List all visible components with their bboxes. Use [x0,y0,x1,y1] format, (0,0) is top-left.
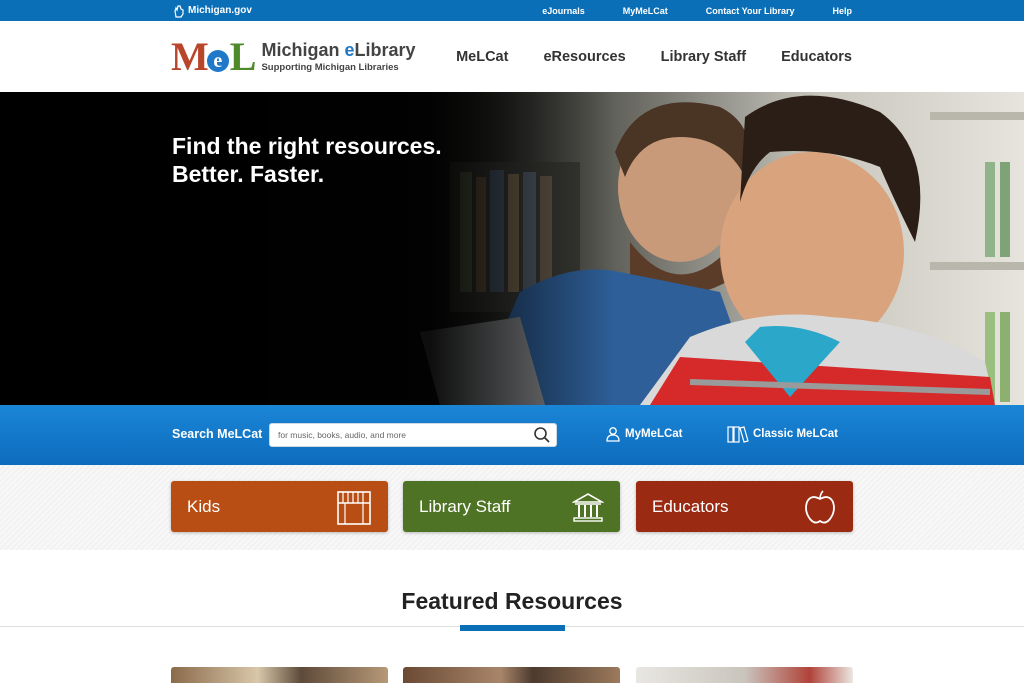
brand-text: Michigan eLibrary Supporting Michigan Li… [261,40,416,73]
educators-label: Educators [652,496,729,516]
search-band: Search MeLCat MyMeLCat Classic MeLCat [0,405,1024,465]
logo-m: M [171,34,209,79]
featured-resources-heading: Featured Resources [401,588,623,614]
classic-melcat-button[interactable]: Classic MeLCat [727,423,838,445]
featured-card-1[interactable] [171,667,388,683]
ejournals-link[interactable]: eJournals [542,6,585,16]
kids-label: Kids [187,496,221,516]
brand-name-suffix: Library [354,40,416,61]
bookshelf-icon [337,490,371,525]
utility-nav: eJournals MyMeLCat Contact Your Library … [542,0,852,21]
classic-melcat-label: Classic MeLCat [753,428,839,440]
mel-logo: M e L [171,34,257,79]
educators-button[interactable]: Educators [636,481,853,532]
mymelcat-label: MyMeLCat [625,428,683,440]
hero-headline: Find the right resources. Better. Faster… [172,132,442,188]
library-staff-button[interactable]: Library Staff [403,481,620,532]
featured-card-2[interactable] [403,667,620,683]
mymelcat-button[interactable]: MyMeLCat [605,423,683,445]
hero-line-2: Better. Faster. [172,161,325,187]
logo-e: e [206,50,229,72]
brand-name: Michigan eLibrary [261,40,416,61]
brand-name-prefix: Michigan [261,40,345,61]
logo-l: L [229,34,257,79]
search-input[interactable] [278,424,528,446]
nav-library-staff[interactable]: Library Staff [661,49,746,65]
featured-accent-bar [460,625,565,631]
nav-educators[interactable]: Educators [781,49,852,65]
user-icon [606,427,620,442]
featured-card-3[interactable] [636,667,853,683]
library-building-icon [572,492,604,522]
search-box [269,423,557,447]
hero-photo [0,92,1024,405]
kids-button[interactable]: Kids [171,481,388,532]
search-label: Search MeLCat [172,427,263,441]
search-icon[interactable] [532,426,552,444]
apple-icon [805,489,835,523]
hero-banner: Find the right resources. Better. Faster… [0,92,1024,405]
top-bar: Michigan.gov eJournals MyMeLCat Contact … [0,0,1024,21]
library-staff-label: Library Staff [419,496,511,516]
books-icon [727,426,749,443]
audience-section: Kids Library Staff Educators [0,465,1024,550]
hero-line-1: Find the right resources. [172,133,442,159]
nav-eresources[interactable]: eResources [543,49,625,65]
mel-brand[interactable]: M e L Michigan eLibrary Supporting Michi… [171,37,416,77]
contact-library-link[interactable]: Contact Your Library [706,6,795,16]
michigan-gov-text: Michigan.gov [188,5,252,16]
brand-name-e: e [344,40,355,61]
nav-melcat[interactable]: MeLCat [456,49,508,65]
help-link[interactable]: Help [832,6,852,16]
site-header: M e L Michigan eLibrary Supporting Michi… [0,21,1024,92]
brand-tagline: Supporting Michigan Libraries [261,61,399,73]
main-nav: MeLCat eResources Library Staff Educator… [456,21,852,92]
michigan-gov-logo[interactable]: Michigan.gov [172,2,252,19]
mymelcat-link[interactable]: MyMeLCat [623,6,668,16]
michigan-mitten-icon [174,4,184,18]
